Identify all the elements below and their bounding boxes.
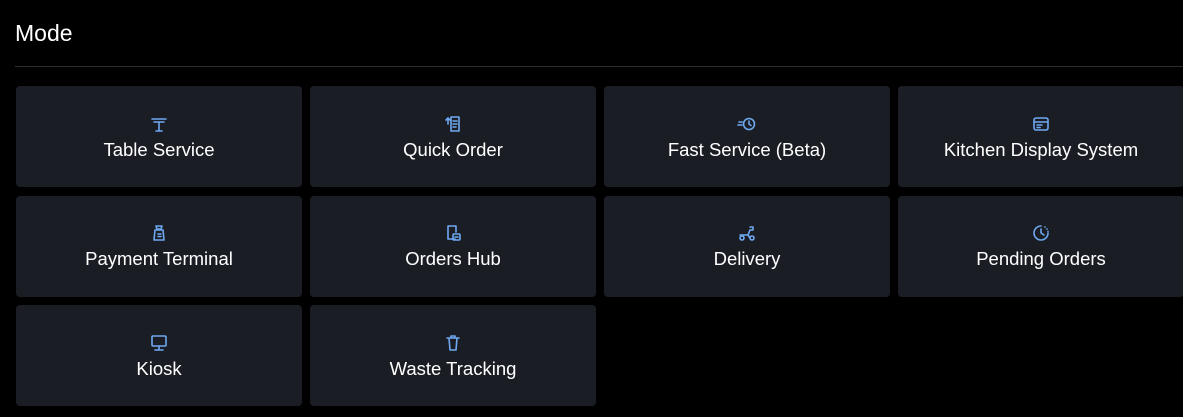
mode-grid: Table Service Quick Order Fast Service (… [16,86,1183,406]
clock-icon [1030,222,1052,244]
divider [15,66,1183,67]
mode-tile-kitchen-display[interactable]: Kitchen Display System [898,86,1183,187]
mode-tile-delivery[interactable]: Delivery [604,195,890,297]
mode-label: Table Service [103,138,215,160]
quick-order-icon [442,113,464,135]
mode-label: Waste Tracking [389,357,517,379]
kitchen-display-icon [1030,113,1052,135]
mode-label: Orders Hub [405,248,501,269]
mode-label: Kiosk [136,357,182,379]
page-title: Mode [15,20,73,46]
mode-tile-orders-hub[interactable]: Orders Hub [310,195,596,297]
mode-tile-fast-service[interactable]: Fast Service (Beta) [604,86,890,187]
mode-tile-quick-order[interactable]: Quick Order [310,86,596,187]
fast-service-icon [736,113,758,135]
kiosk-monitor-icon [148,332,170,354]
mode-tile-waste-tracking[interactable]: Waste Tracking [310,305,596,406]
trash-icon [442,332,464,354]
mode-label: Delivery [713,248,781,269]
mode-tile-table-service[interactable]: Table Service [16,86,302,187]
mode-label: Quick Order [403,138,503,160]
mode-label: Pending Orders [976,248,1106,269]
payment-terminal-icon [148,222,170,244]
mode-label: Fast Service (Beta) [667,138,827,160]
orders-hub-icon [442,222,464,244]
mode-tile-pending-orders[interactable]: Pending Orders [898,195,1183,297]
mode-tile-payment-terminal[interactable]: Payment Terminal [16,195,302,297]
mode-label: Payment Terminal [85,248,233,269]
mode-label: Kitchen Display System [943,138,1139,160]
delivery-scooter-icon [736,222,758,244]
mode-page: Mode Table Service Quick Order Fast Serv… [0,0,1183,417]
mode-tile-kiosk[interactable]: Kiosk [16,305,302,406]
table-icon [148,113,170,135]
